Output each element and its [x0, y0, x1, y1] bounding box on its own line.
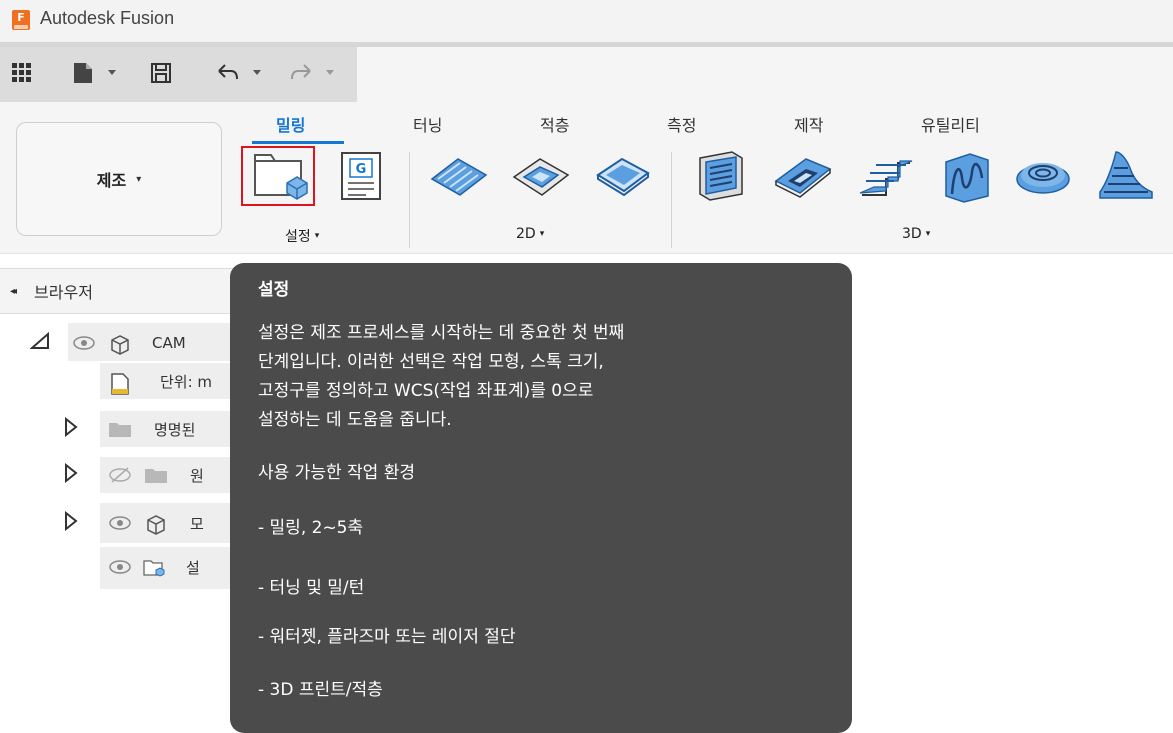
tree-item-origin[interactable]: 원 [64, 457, 204, 493]
fusion-logo-icon: F [12, 10, 30, 30]
quick-access-toolbar [0, 47, 357, 102]
3d-adaptive-icon [699, 151, 743, 201]
2d-group-label[interactable]: 2D ▾ [516, 226, 544, 242]
tooltip-list-item: - 밀링, 2~5축 [258, 518, 364, 538]
redo-icon[interactable] [288, 61, 338, 85]
collapse-triangle-icon[interactable] [29, 331, 52, 354]
tree-item-setups[interactable]: 설 [108, 549, 200, 585]
svg-text:G: G [356, 162, 367, 177]
3d-pocket-icon [774, 158, 832, 198]
ribbon: 제조 ▾ 밀링 터닝 적층 측정 제작 유틸리티 G 설정 ▾ 2D ▾ 3D … [0, 102, 1173, 254]
setup-folder-icon [254, 154, 308, 200]
workspace-label: 제조 [96, 171, 127, 190]
face-button[interactable] [592, 146, 654, 206]
tab-inspection[interactable]: 측정 [667, 112, 696, 136]
file-menu-icon[interactable] [72, 61, 118, 85]
tree-item-cam-root[interactable]: CAM [29, 325, 186, 361]
nc-program-button[interactable]: G [330, 146, 392, 206]
tooltip-subtitle: 사용 가능한 작업 환경 [258, 463, 415, 483]
workspace-switcher-button[interactable]: 제조 ▾ [16, 122, 222, 236]
eye-icon[interactable] [108, 516, 132, 530]
chevron-down-icon: ▾ [925, 229, 931, 239]
toolbar-empty-area [357, 47, 1173, 102]
tree-item-label: CAM [152, 334, 186, 352]
tooltip-description-line: 설정은 제조 프로세스를 시작하는 데 중요한 첫 번째 [258, 323, 625, 343]
setup-tooltip: 설정 설정은 제조 프로세스를 시작하는 데 중요한 첫 번째 단계입니다. 이… [230, 263, 852, 733]
group-divider [409, 152, 410, 248]
grid-menu-icon[interactable] [12, 61, 32, 85]
expand-triangle-icon[interactable] [64, 510, 78, 535]
expand-triangle-icon[interactable] [64, 416, 78, 441]
tree-item-label: 설 [186, 558, 200, 577]
undo-icon[interactable] [215, 61, 265, 85]
tab-utilities[interactable]: 유틸리티 [921, 112, 980, 136]
spiral-icon [1016, 163, 1070, 194]
3d-group-text: 3D [902, 226, 922, 242]
3d-pocket-button[interactable] [772, 146, 834, 206]
expand-triangle-icon[interactable] [64, 462, 78, 487]
active-tab-indicator [252, 141, 344, 144]
steep-shallow-icon [859, 160, 913, 196]
cam-component-icon [108, 334, 132, 355]
2d-adaptive-icon [430, 158, 488, 196]
new-setup-button[interactable] [241, 146, 315, 206]
tab-additive[interactable]: 적층 [540, 112, 569, 136]
tooltip-description-line: 단계입니다. 이러한 선택은 작업 모형, 스톡 크기, [258, 352, 604, 372]
tooltip-list-item: - 워터젯, 플라즈마 또는 레이저 절단 [258, 627, 516, 647]
chevron-down-icon: ▾ [136, 173, 142, 185]
eye-hidden-icon[interactable] [108, 467, 132, 483]
title-bar: F Autodesk Fusion [0, 0, 1173, 42]
folder-icon [108, 420, 132, 438]
chevron-down-icon: ▾ [539, 229, 545, 239]
eye-icon[interactable] [108, 560, 132, 574]
setup-group-label[interactable]: 설정 ▾ [285, 226, 319, 246]
tab-turning[interactable]: 터닝 [413, 112, 442, 136]
tooltip-description: 설정은 제조 프로세스를 시작하는 데 중요한 첫 번째 단계입니다. 이러한 … [258, 319, 818, 435]
tree-item-units[interactable]: 단위: m [108, 363, 212, 399]
nc-program-icon: G [341, 152, 381, 200]
tree-item-model[interactable]: 모 [64, 505, 204, 541]
2d-adaptive-button[interactable] [428, 146, 490, 206]
tooltip-list-item: - 3D 프린트/적층 [258, 680, 383, 700]
tree-item-label: 원 [190, 466, 204, 485]
contour-icon [945, 153, 989, 203]
tree-item-label: 모 [190, 514, 204, 533]
tooltip-list-item: - 터닝 및 밀/턴 [258, 578, 365, 598]
document-icon [108, 372, 132, 395]
scallop-icon [1099, 151, 1153, 199]
component-icon [144, 514, 168, 535]
3d-steep-shallow-button[interactable] [854, 146, 916, 206]
2d-pocket-icon [512, 158, 570, 196]
tree-item-named-views[interactable]: 명명된 [64, 411, 195, 447]
collapse-panel-icon[interactable]: ◂◂ [10, 286, 17, 297]
2d-group-text: 2D [516, 226, 536, 242]
browser-title: 브라우저 [34, 283, 93, 302]
chevron-down-icon: ▾ [314, 231, 320, 241]
tab-fabrication[interactable]: 제작 [794, 112, 823, 136]
folder-icon [144, 466, 168, 484]
group-divider [671, 152, 672, 248]
3d-adaptive-button[interactable] [690, 146, 752, 206]
tooltip-description-line: 설정하는 데 도움을 줍니다. [258, 410, 452, 430]
tree-item-label: 명명된 [154, 420, 196, 439]
browser-panel-header: ◂◂ 브라우저 [0, 268, 250, 314]
3d-contour-button[interactable] [936, 146, 998, 206]
window-title: Autodesk Fusion [40, 8, 175, 28]
tree-item-label: 단위: m [160, 372, 213, 391]
setup-group-text: 설정 [285, 229, 311, 245]
2d-pocket-button[interactable] [510, 146, 572, 206]
3d-spiral-button[interactable] [1012, 146, 1074, 206]
tab-milling[interactable]: 밀링 [276, 112, 305, 136]
eye-icon[interactable] [72, 336, 96, 350]
tooltip-title: 설정 [258, 280, 290, 300]
3d-scallop-button[interactable] [1094, 146, 1156, 206]
setup-folder-icon [142, 558, 166, 577]
3d-group-label[interactable]: 3D ▾ [902, 226, 930, 242]
face-icon [596, 157, 650, 197]
tooltip-description-line: 고정구를 정의하고 WCS(작업 좌표계)를 0으로 [258, 381, 594, 401]
save-icon[interactable] [150, 61, 172, 85]
